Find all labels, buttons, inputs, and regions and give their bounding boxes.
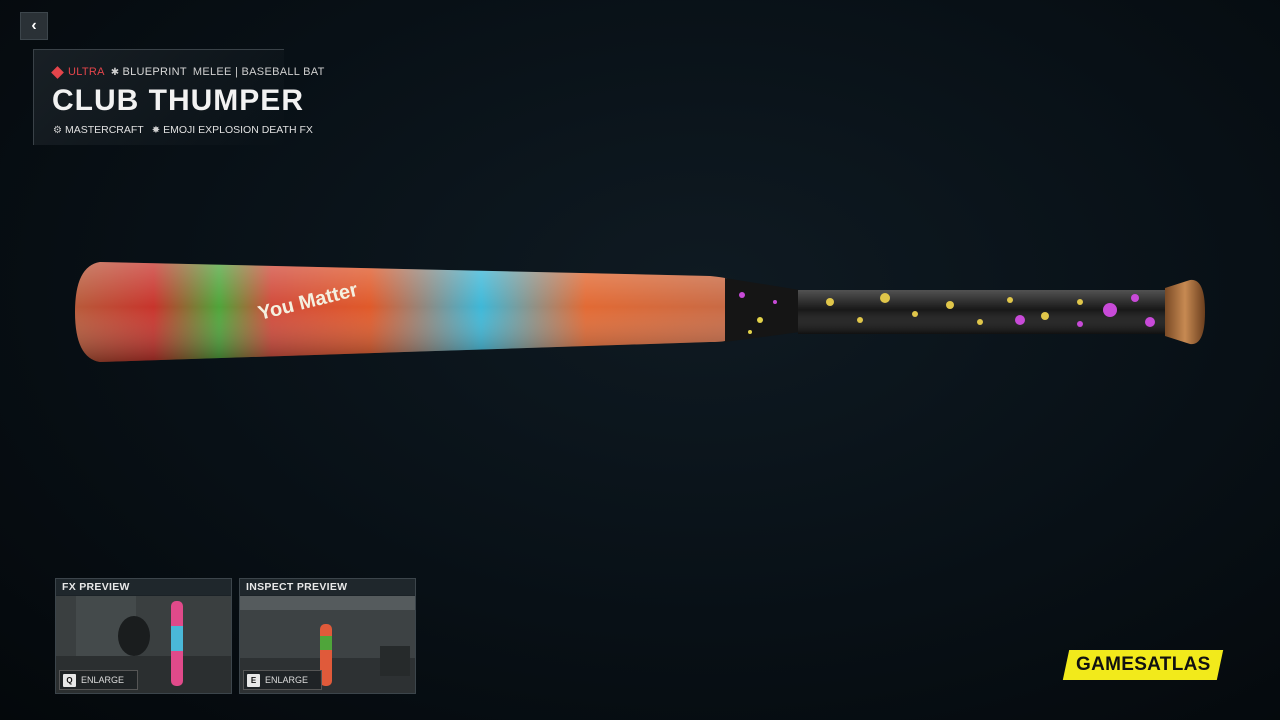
fx-enlarge-button[interactable]: Q ENLARGE [59,670,138,690]
inspect-enlarge-button[interactable]: E ENLARGE [243,670,322,690]
inspect-preview-card[interactable]: INSPECT PREVIEW E ENLARGE [239,578,416,694]
item-title: CLUB THUMPER [52,84,304,117]
preview-title: INSPECT PREVIEW [240,579,415,595]
weapon-category: MELEE | BASEBALL BAT [192,66,325,78]
rarity-icon [51,65,64,79]
gamesatlas-logo: GAMESATLAS [1062,650,1224,680]
blueprint-icon: ✱ [110,66,120,78]
death-fx-icon: ✸ [151,124,161,136]
mastercraft-icon: ⚙ [53,124,62,136]
weapon-render[interactable]: You Matter [70,250,1210,370]
rarity-badge: ULTRA [51,65,105,79]
attribute-mastercraft: ⚙ MASTERCRAFT [53,124,144,136]
back-button[interactable]: ‹ [20,12,48,40]
blueprint-tag: ✱ BLUEPRINT [110,66,187,78]
item-meta-row: ULTRA ✱ BLUEPRINT MELEE | BASEBALL BAT [51,65,325,79]
baseball-bat-image: You Matter [75,262,1205,362]
item-attributes: ⚙ MASTERCRAFT ✸ EMOJI EXPLOSION DEATH FX [53,124,313,136]
key-hint-q: Q [63,673,76,687]
chevron-left-icon: ‹ [31,17,37,34]
inspect-preview-thumbnail: E ENLARGE [240,596,415,693]
fx-preview-card[interactable]: FX PREVIEW Q ENLARGE [55,578,232,694]
key-hint-e: E [247,673,260,687]
preview-title: FX PREVIEW [56,579,231,595]
attribute-death-fx: ✸ EMOJI EXPLOSION DEATH FX [151,124,313,136]
fx-preview-thumbnail: Q ENLARGE [56,596,231,693]
